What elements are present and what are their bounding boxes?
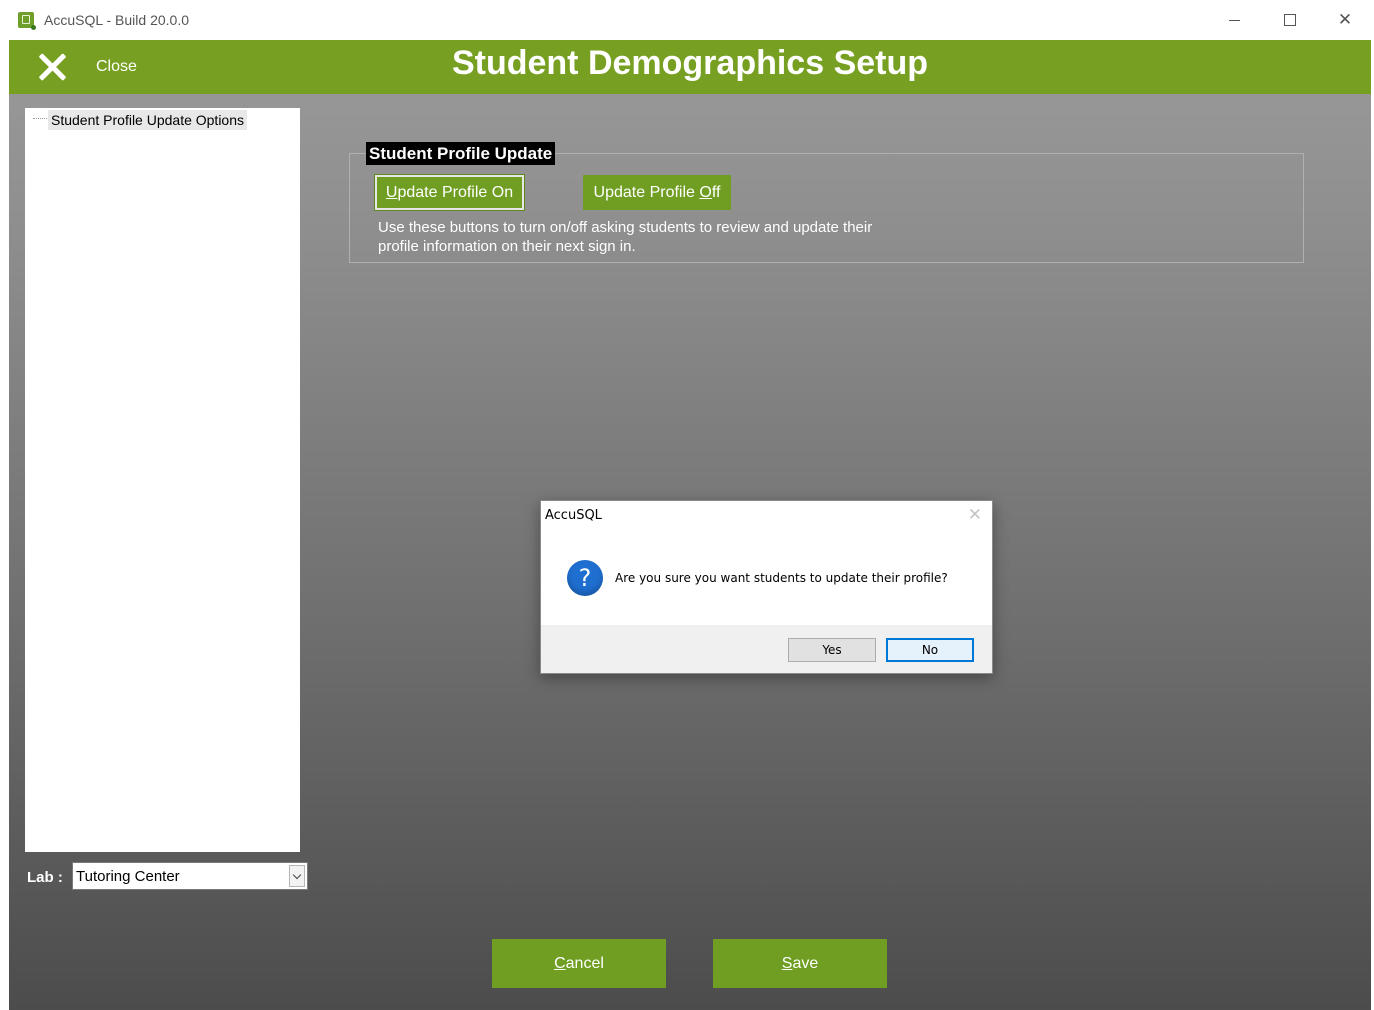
lab-select-value: Tutoring Center	[76, 868, 180, 885]
app-icon	[18, 12, 36, 30]
update-profile-off-mnemonic: O	[699, 184, 712, 201]
dialog-close-icon[interactable]: ✕	[968, 505, 982, 525]
tree-item-student-profile-update-options[interactable]: Student Profile Update Options	[48, 110, 248, 130]
maximize-icon	[1284, 14, 1296, 26]
yes-button[interactable]: Yes	[788, 638, 876, 662]
save-mnemonic: S	[781, 955, 793, 972]
maximize-button[interactable]	[1275, 8, 1305, 32]
update-profile-on-button[interactable]: Update Profile On	[374, 174, 525, 211]
minimize-button[interactable]	[1220, 8, 1250, 32]
app-icon-badge	[31, 25, 36, 30]
window-close-button[interactable]: ✕	[1330, 8, 1360, 32]
header-bar: Close Student Demographics Setup	[9, 40, 1371, 94]
question-icon: ?	[567, 560, 603, 596]
cancel-mnemonic: C	[554, 955, 566, 972]
confirm-dialog: AccuSQL ✕ ? Are you sure you want studen…	[540, 500, 993, 674]
minimize-icon	[1229, 20, 1240, 21]
close-icon: ✕	[1337, 10, 1353, 30]
update-profile-off-prefix: Update Profile	[593, 184, 700, 201]
dialog-footer: Yes No	[541, 625, 992, 673]
lab-select[interactable]: Tutoring Center	[72, 862, 308, 890]
save-button[interactable]: Save	[713, 939, 887, 988]
update-profile-off-button[interactable]: Update Profile Off	[583, 175, 731, 210]
page-title: Student Demographics Setup	[451, 44, 929, 82]
save-rest: ave	[792, 955, 819, 972]
dialog-title: AccuSQL	[545, 508, 602, 523]
update-profile-on-rest: pdate Profile On	[397, 184, 514, 201]
group-title: Student Profile Update	[366, 142, 556, 165]
os-titlebar: AccuSQL - Build 20.0.0 ✕	[0, 0, 1374, 40]
dialog-message: Are you sure you want students to update…	[615, 571, 948, 585]
window-title: AccuSQL - Build 20.0.0	[44, 12, 190, 28]
update-profile-off-rest: ff	[711, 184, 721, 201]
no-button[interactable]: No	[886, 638, 974, 662]
tree-connector	[33, 118, 47, 119]
chevron-down-icon[interactable]	[289, 865, 305, 887]
options-tree: Student Profile Update Options	[25, 108, 300, 852]
cancel-rest: ancel	[565, 955, 604, 972]
update-profile-on-mnemonic: U	[385, 184, 398, 201]
lab-label: Lab :	[27, 869, 63, 886]
group-description: Use these buttons to turn on/off asking …	[378, 219, 873, 255]
cancel-button[interactable]: Cancel	[492, 939, 666, 988]
